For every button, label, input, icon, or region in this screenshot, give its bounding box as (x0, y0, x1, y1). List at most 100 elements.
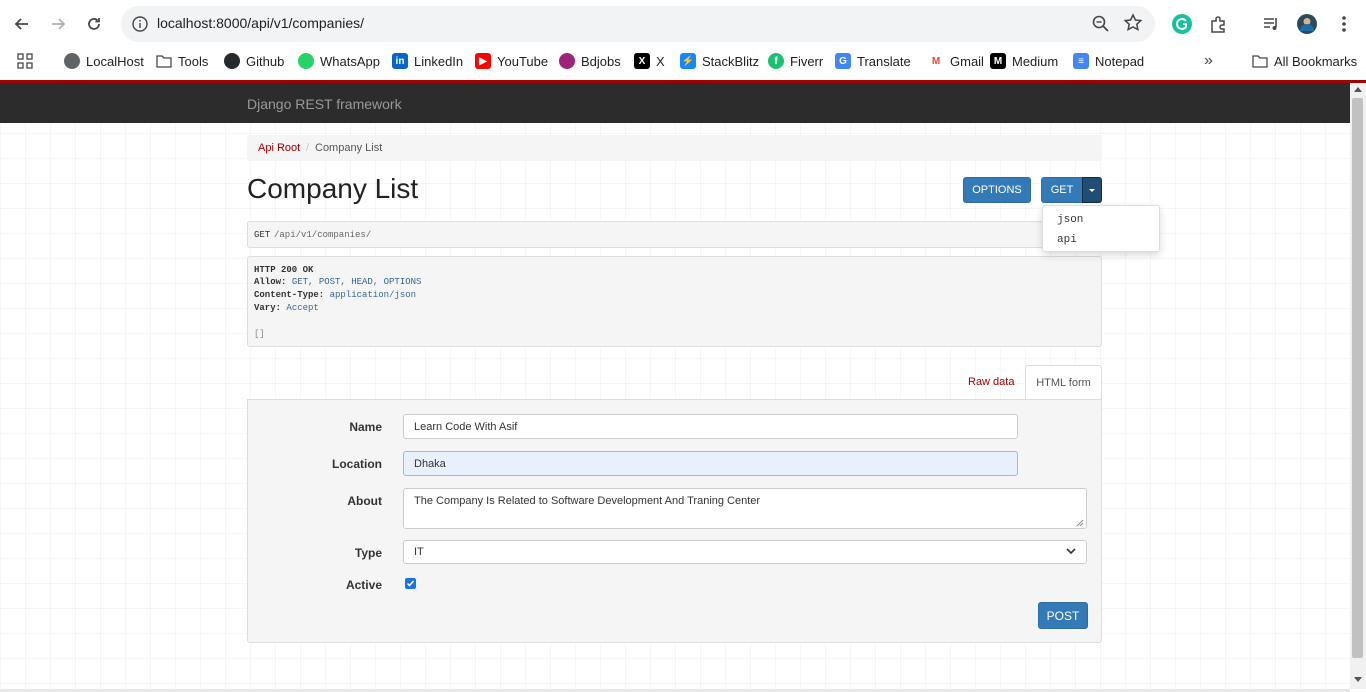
response-header: Content-Type: application/json (254, 290, 416, 300)
bookmark-youtube[interactable]: ▶ YouTube (475, 51, 548, 71)
profile-avatar[interactable] (1295, 12, 1319, 36)
options-button[interactable]: OPTIONS (963, 177, 1031, 203)
chevron-down-icon (1066, 546, 1076, 558)
bookmark-label: Fiverr (790, 53, 824, 69)
bdjobs-icon (559, 53, 575, 69)
x-icon: X (634, 53, 650, 69)
browser-toolbar: localhost:8000/api/v1/companies/ (0, 0, 1366, 48)
bookmark-medium[interactable]: M Medium (990, 51, 1058, 71)
header-value: application/json (329, 290, 417, 300)
stackblitz-icon: ⚡ (680, 53, 696, 69)
all-bookmarks[interactable]: All Bookmarks (1252, 51, 1357, 71)
youtube-icon: ▶ (475, 53, 491, 69)
drf-navbar: Django REST framework (0, 83, 1350, 123)
bookmark-label: LocalHost (86, 53, 144, 69)
post-button[interactable]: POST (1038, 602, 1088, 629)
notepad-icon: ≡ (1073, 53, 1089, 69)
bookmark-whatsapp[interactable]: WhatsApp (298, 51, 380, 71)
header-value: Accept (286, 303, 319, 313)
location-label: Location (332, 457, 382, 471)
bookmark-gmail[interactable]: M Gmail (928, 51, 984, 71)
address-bar[interactable]: localhost:8000/api/v1/companies/ (121, 6, 1155, 42)
bookmark-label: Medium (1012, 53, 1059, 69)
type-select[interactable]: IT (403, 540, 1087, 564)
resize-grip-icon[interactable] (1076, 518, 1084, 527)
navbar-brand[interactable]: Django REST framework (247, 96, 402, 112)
bookmark-localhost[interactable]: LocalHost (64, 51, 144, 71)
bookmark-tools[interactable]: Tools (156, 51, 208, 71)
bookmark-label: Gmail (950, 53, 984, 69)
name-value: Learn Code With Asif (414, 420, 518, 433)
github-icon (224, 53, 240, 69)
bookmark-label: Bdjobs (581, 53, 621, 69)
name-field[interactable]: Learn Code With Asif (403, 414, 1018, 439)
header-value: GET, POST, HEAD, OPTIONS (291, 277, 422, 287)
header-key: Allow: (254, 277, 287, 287)
request-info: GET /api/v1/companies/ (247, 221, 1102, 248)
format-option-json[interactable]: json (1057, 214, 1083, 226)
bookmark-linkedin[interactable]: in LinkedIn (392, 51, 463, 71)
more-bookmarks-icon[interactable]: » (1204, 51, 1213, 71)
bookmark-label: YouTube (497, 53, 549, 69)
breadcrumb-current: Company List (315, 142, 383, 154)
header-key: Content-Type: (254, 290, 325, 300)
scroll-up-icon[interactable] (1354, 87, 1362, 92)
site-info-icon[interactable] (131, 15, 149, 33)
response-body: [] (254, 329, 265, 339)
grammarly-icon[interactable] (1170, 12, 1194, 36)
folder-icon (156, 53, 172, 69)
scroll-down-icon[interactable] (1354, 677, 1362, 682)
menu-kebab-icon[interactable] (1332, 12, 1356, 36)
get-button[interactable]: GET (1041, 177, 1083, 203)
zoom-icon[interactable] (1091, 14, 1111, 34)
type-value: IT (414, 546, 424, 558)
bookmark-notepad[interactable]: ≡ Notepad (1073, 51, 1144, 71)
format-dropdown-menu: json api (1042, 205, 1160, 252)
about-label: About (347, 494, 382, 508)
bookmark-translate[interactable]: G Translate (835, 51, 911, 71)
about-textarea[interactable]: The Company Is Related to Software Devel… (403, 488, 1087, 529)
active-label: Active (345, 578, 382, 592)
bookmark-x[interactable]: X X (634, 51, 665, 71)
bookmark-star-icon[interactable] (1123, 13, 1143, 33)
gmail-icon: M (928, 53, 944, 69)
forward-icon[interactable] (46, 12, 70, 36)
bookmark-label: X (656, 53, 665, 69)
tab-html-form[interactable]: HTML form (1025, 365, 1102, 400)
active-checkbox[interactable] (405, 578, 416, 589)
location-value: Dhaka (414, 457, 446, 470)
extensions-icon[interactable] (1206, 12, 1230, 36)
back-icon[interactable] (10, 12, 34, 36)
vertical-scrollbar[interactable] (1350, 83, 1366, 689)
caret-down-icon (1089, 188, 1095, 192)
response-status: HTTP 200 OK (254, 265, 314, 275)
get-format-dropdown-toggle[interactable] (1082, 177, 1102, 203)
bookmark-label: LinkedIn (414, 53, 464, 69)
bookmark-stackblitz[interactable]: ⚡ StackBlitz (680, 51, 759, 71)
bookmark-label: Tools (178, 53, 209, 69)
response-header: Allow: GET, POST, HEAD, OPTIONS (254, 277, 421, 287)
reload-icon[interactable] (82, 12, 106, 36)
bookmark-github[interactable]: Github (224, 51, 284, 71)
request-method: GET (254, 230, 271, 240)
bookmark-bdjobs[interactable]: Bdjobs (559, 51, 621, 71)
type-label: Type (354, 546, 382, 560)
scrollbar-thumb[interactable] (1352, 98, 1363, 658)
header-key: Vary: (254, 303, 282, 313)
globe-icon (64, 53, 80, 69)
bookmark-label: WhatsApp (320, 53, 380, 69)
format-option-api[interactable]: api (1057, 234, 1077, 246)
bookmark-label: Notepad (1095, 53, 1145, 69)
breadcrumb-api-root[interactable]: Api Root (258, 142, 300, 154)
tab-raw-data[interactable]: Raw data (968, 376, 1014, 388)
media-control-icon[interactable] (1259, 12, 1283, 36)
response-header: Vary: Accept (254, 303, 319, 313)
about-value: The Company Is Related to Software Devel… (414, 495, 761, 507)
apps-icon[interactable] (17, 51, 33, 71)
bookmark-label: Github (246, 53, 285, 69)
location-field[interactable]: Dhaka (403, 451, 1018, 476)
url-text: localhost:8000/api/v1/companies/ (157, 15, 365, 31)
bookmark-fiverr[interactable]: f Fiverr (768, 51, 823, 71)
html-form-panel: Name Learn Code With Asif Location Dhaka… (247, 399, 1102, 643)
response-info: HTTP 200 OK Allow: GET, POST, HEAD, OPTI… (247, 256, 1102, 347)
